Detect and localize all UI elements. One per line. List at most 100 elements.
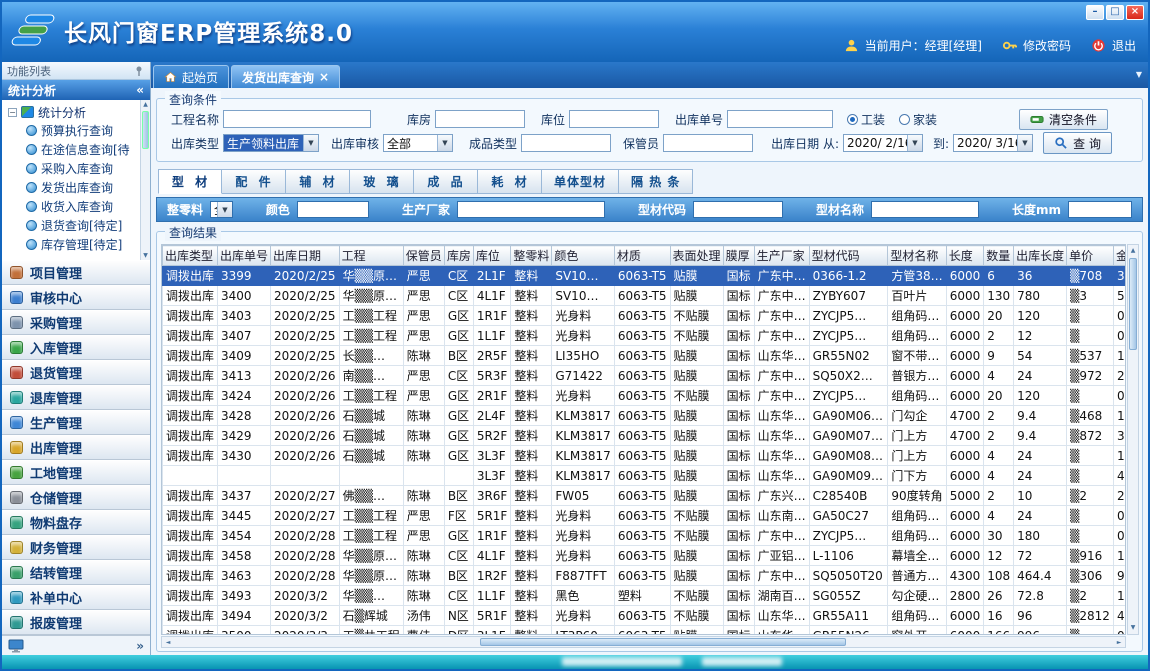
material-tab[interactable]: 单体型材: [542, 169, 619, 194]
date-from-picker[interactable]: 2020/ 2/16: [843, 134, 923, 152]
table-row[interactable]: 调拨出库34092020/2/25长▒▒…陈琳B区2R5F整料LI35HO606…: [163, 346, 1127, 366]
material-tab[interactable]: 型 材: [158, 169, 222, 194]
column-header[interactable]: 单价: [1067, 246, 1114, 266]
project-name-input[interactable]: [223, 110, 371, 128]
close-button[interactable]: ×: [1126, 5, 1144, 20]
length-input[interactable]: [1068, 201, 1132, 218]
warehouse-input[interactable]: [435, 110, 525, 128]
column-header[interactable]: 颜色: [552, 246, 614, 266]
sidebar-menu-item[interactable]: 工地管理: [2, 460, 150, 485]
sidebar-menu-item[interactable]: 采购管理: [2, 310, 150, 335]
table-row[interactable]: 调拨出库34302020/2/26石▒▒城陈琳G区3L3F整料KLM381760…: [163, 446, 1127, 466]
profile-code-input[interactable]: [693, 201, 783, 218]
sidebar-menu-item[interactable]: 审核中心: [2, 285, 150, 310]
scroll-up-icon[interactable]: ▲: [1128, 246, 1138, 256]
product-type-input[interactable]: [521, 134, 611, 152]
tree-scrollbar[interactable]: ▲ ▼: [140, 100, 150, 260]
tab-home[interactable]: 起始页: [153, 65, 229, 88]
column-header[interactable]: 型材代码: [809, 246, 888, 266]
sidebar-menu-item[interactable]: 退库管理: [2, 385, 150, 410]
whole-part-combo[interactable]: 全部: [210, 201, 233, 218]
location-input[interactable]: [569, 110, 659, 128]
material-tab[interactable]: 成 品: [414, 169, 478, 194]
table-row[interactable]: 3L3F整料KLM38176063-T5贴膜国标山东华…GA90M09…门下方6…: [163, 466, 1127, 486]
more-buttons-icon[interactable]: »: [136, 639, 144, 653]
tree-item[interactable]: 发货出库查询: [8, 178, 140, 197]
date-to-picker[interactable]: 2020/ 3/16: [953, 134, 1033, 152]
scroll-down-icon[interactable]: ▼: [1128, 623, 1138, 633]
tree-expander-icon[interactable]: [8, 108, 17, 117]
sidebar-menu-item[interactable]: 财务管理: [2, 535, 150, 560]
maximize-button[interactable]: □: [1106, 5, 1124, 20]
table-row[interactable]: 调拨出库33992020/2/25华▒▒原…严思C区2L1F整料SV10…606…: [163, 266, 1127, 286]
table-row[interactable]: 调拨出库35002020/3/3工▒共工程曹佳D区3L1F整料LT3P60606…: [163, 626, 1127, 636]
tree-item[interactable]: 收货入库查询: [8, 197, 140, 216]
scroll-left-icon[interactable]: ◄: [163, 638, 173, 648]
column-header[interactable]: 数量: [984, 246, 1014, 266]
table-row[interactable]: 调拨出库34452020/2/27工▒▒工程严思F区5R1F整料光身料6063-…: [163, 506, 1127, 526]
column-header[interactable]: 出库日期: [271, 246, 340, 266]
scroll-thumb[interactable]: [480, 638, 846, 646]
scroll-thumb[interactable]: [142, 111, 149, 149]
sidebar-menu-item[interactable]: 入库管理: [2, 335, 150, 360]
column-header[interactable]: 库房: [444, 246, 473, 266]
column-header[interactable]: 表面处理: [670, 246, 723, 266]
chevron-down-icon[interactable]: [1017, 135, 1032, 151]
sidebar-menu-item[interactable]: 物料盘存: [2, 510, 150, 535]
table-row[interactable]: 调拨出库34542020/2/28工▒▒工程严思G区1R1F整料光身料6063-…: [163, 526, 1127, 546]
scroll-down-icon[interactable]: ▼: [141, 251, 150, 260]
material-tab[interactable]: 玻 璃: [350, 169, 414, 194]
sidebar-menu-item[interactable]: 报废管理: [2, 610, 150, 635]
column-header[interactable]: 整零料: [511, 246, 552, 266]
keeper-input[interactable]: [663, 134, 753, 152]
tree-item[interactable]: 采购入库查询: [8, 159, 140, 178]
material-tab[interactable]: 配 件: [222, 169, 286, 194]
column-header[interactable]: 库位: [473, 246, 511, 266]
minimize-button[interactable]: –: [1086, 5, 1104, 20]
tree-root[interactable]: 统计分析: [8, 103, 140, 121]
material-tab[interactable]: 隔 热 条: [619, 169, 693, 194]
table-row[interactable]: 调拨出库34002020/2/25华▒▒原…严思C区4L1F整料SV10…606…: [163, 286, 1127, 306]
color-input[interactable]: [297, 201, 369, 218]
sidebar-menu-item[interactable]: 生产管理: [2, 410, 150, 435]
tree-item[interactable]: 退货查询[待定]: [8, 216, 140, 235]
table-row[interactable]: 调拨出库34932020/3/2华▒▒…陈琳C区1L1F整料黑色塑料不贴膜国标湖…: [163, 586, 1127, 606]
table-row[interactable]: 调拨出库34372020/2/27佛▒▒…陈琳B区3R6F整料FW056063-…: [163, 486, 1127, 506]
table-row[interactable]: 调拨出库34632020/2/28华▒▒原…陈琳B区1R2F整料F887TFT6…: [163, 566, 1127, 586]
column-header[interactable]: 出库类型: [163, 246, 218, 266]
table-row[interactable]: 调拨出库34942020/3/2石▒辉城汤伟N区5R1F整料光身料6063-T5…: [163, 606, 1127, 626]
vertical-scrollbar[interactable]: ▲ ▼: [1127, 244, 1139, 635]
table-row[interactable]: 调拨出库34282020/2/26石▒▒城陈琳G区2L4F整料KLM381760…: [163, 406, 1127, 426]
column-header[interactable]: 出库单号: [218, 246, 271, 266]
radio-workwear[interactable]: 工装: [847, 111, 885, 128]
chevron-down-icon[interactable]: [217, 202, 232, 217]
change-password-link[interactable]: 修改密码: [1023, 37, 1071, 54]
table-row[interactable]: 调拨出库34072020/2/25工▒▒工程严思G区1L1F整料光身料6063-…: [163, 326, 1127, 346]
outbound-no-input[interactable]: [727, 110, 833, 128]
column-header[interactable]: 保管员: [403, 246, 444, 266]
chevron-down-icon[interactable]: [437, 135, 452, 151]
chevron-down-icon[interactable]: [907, 135, 922, 151]
collapse-icon[interactable]: «: [136, 83, 144, 97]
search-button[interactable]: 查 询: [1043, 132, 1112, 154]
pin-icon[interactable]: [133, 65, 145, 77]
sidebar-menu-item[interactable]: 结转管理: [2, 560, 150, 585]
scroll-up-icon[interactable]: ▲: [141, 100, 150, 109]
tab-list-dropdown-icon[interactable]: [1136, 70, 1142, 79]
horizontal-scrollbar[interactable]: ◄ ►: [161, 636, 1126, 648]
table-row[interactable]: 调拨出库34292020/2/26石▒▒城陈琳G区5R2F整料KLM381760…: [163, 426, 1127, 446]
column-header[interactable]: 生产厂家: [754, 246, 809, 266]
table-row[interactable]: 调拨出库34582020/2/28华▒▒原…陈琳C区4L1F整料光身料6063-…: [163, 546, 1127, 566]
radio-homewear[interactable]: 家装: [899, 111, 937, 128]
sidebar-menu-item[interactable]: 退货管理: [2, 360, 150, 385]
outbound-type-combo[interactable]: 生产领料出库: [223, 134, 319, 152]
tab-close-icon[interactable]: [319, 70, 329, 84]
column-header[interactable]: 长度: [946, 246, 984, 266]
material-tab[interactable]: 辅 材: [286, 169, 350, 194]
table-row[interactable]: 调拨出库34032020/2/25工▒▒工程严思G区1R1F整料光身料6063-…: [163, 306, 1127, 326]
tab-shipping-outbound-query[interactable]: 发货出库查询: [231, 65, 340, 88]
audit-combo[interactable]: 全部: [383, 134, 453, 152]
column-header[interactable]: 材质: [614, 246, 670, 266]
clear-conditions-button[interactable]: 清空条件: [1019, 109, 1108, 130]
scroll-thumb[interactable]: [1129, 258, 1137, 350]
